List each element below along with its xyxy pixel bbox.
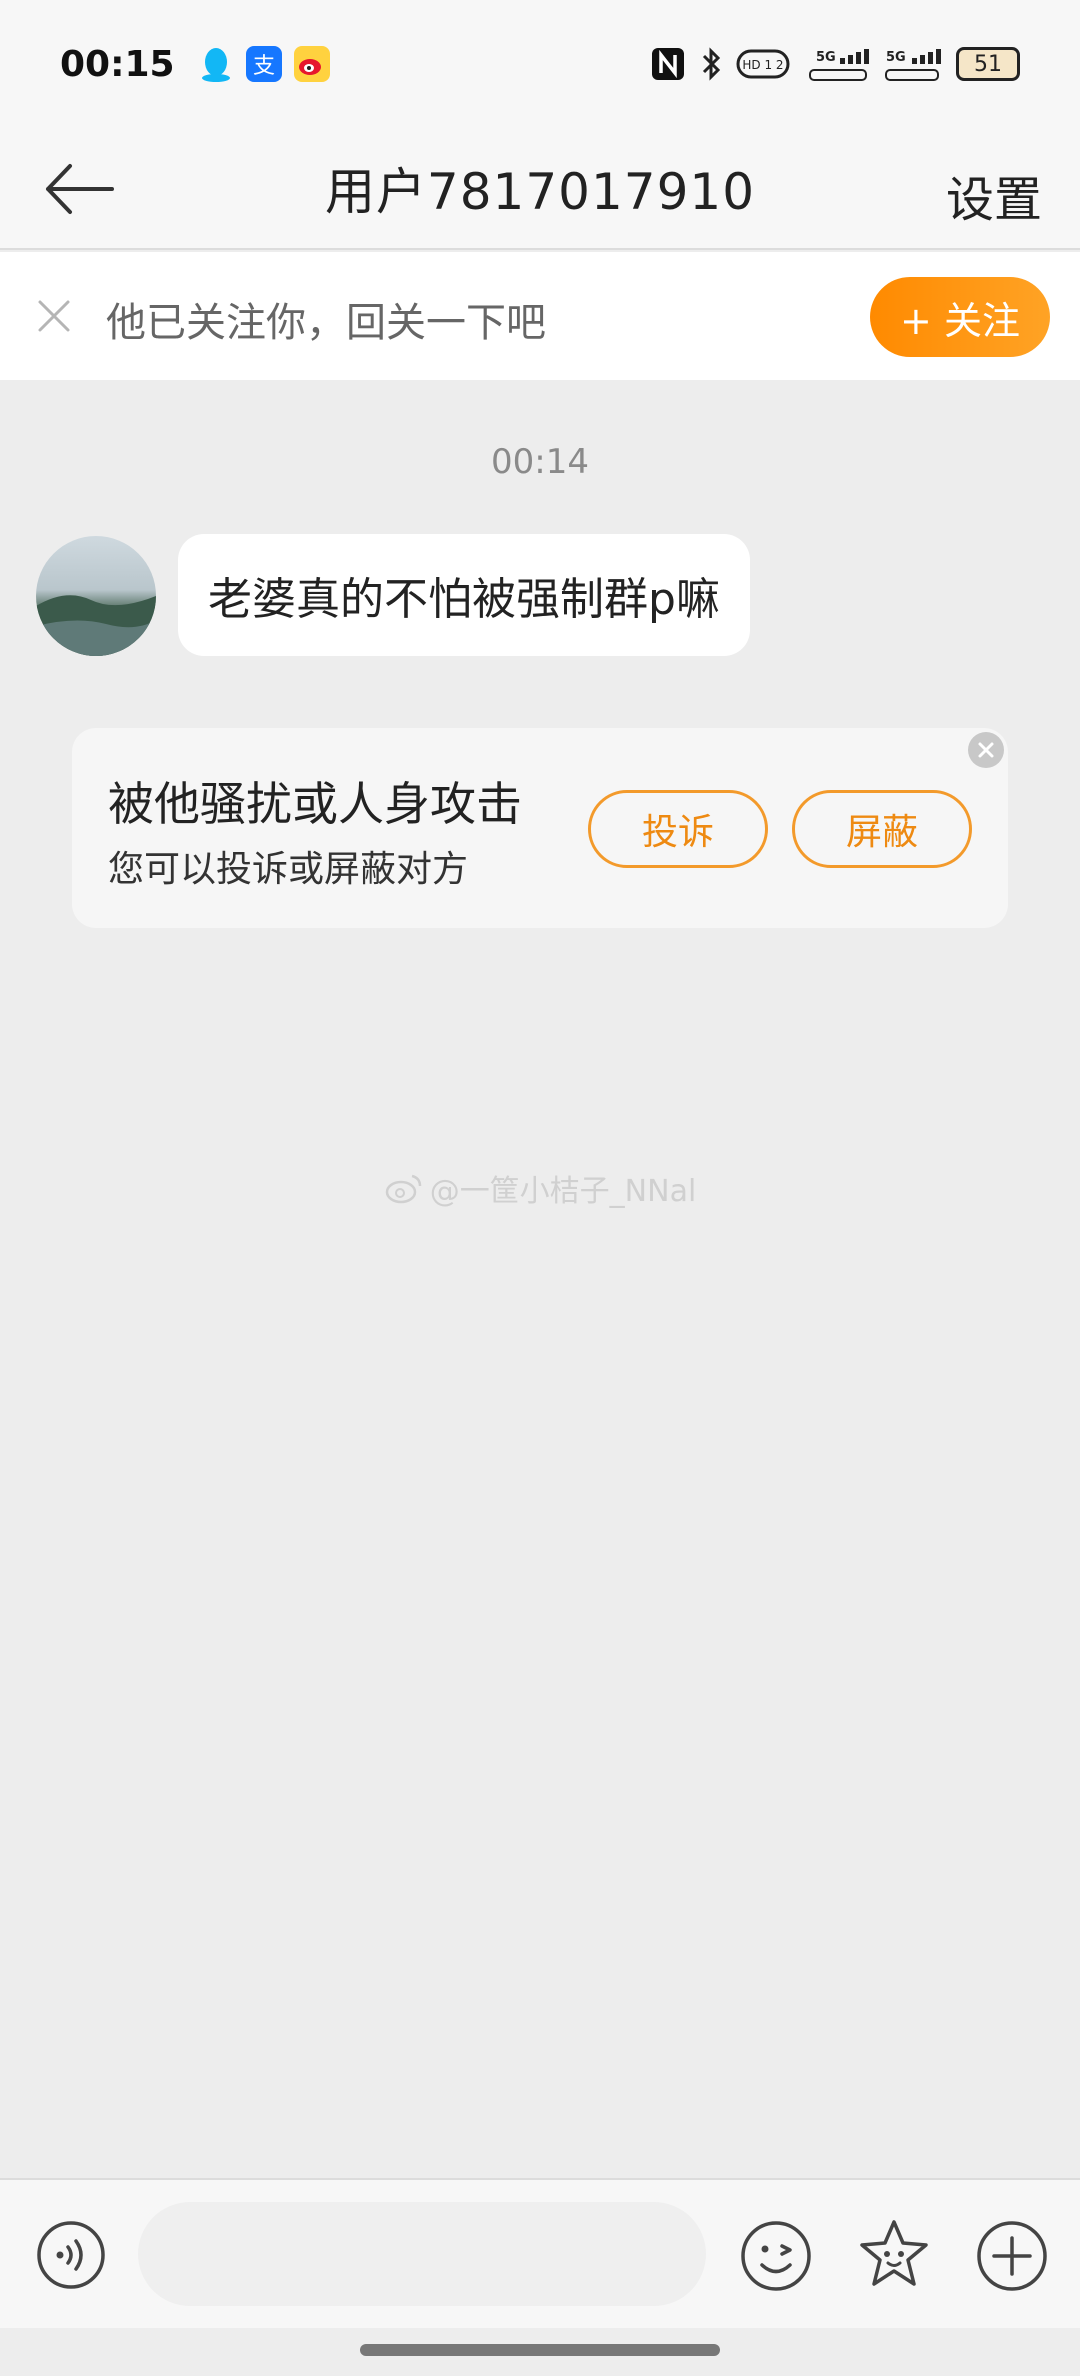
block-button[interactable]: 屏蔽 <box>792 790 972 868</box>
alipay-glyph: 支 <box>252 54 275 79</box>
close-icon <box>978 742 994 758</box>
more-options-button[interactable] <box>976 2220 1048 2292</box>
follow-button[interactable]: + 关注 <box>870 277 1050 357</box>
close-icon <box>38 300 70 332</box>
alipay-icon: 支 <box>246 46 282 82</box>
status-system-icons: HD 1 2 5G 5G 51 <box>650 46 1020 82</box>
emoji-button[interactable] <box>740 2220 812 2292</box>
weibo-icon <box>294 46 330 82</box>
message-input[interactable] <box>138 2202 706 2306</box>
status-bar: 00:15 支 HD 1 2 5G 5G 51 <box>0 0 1080 128</box>
voice-icon <box>37 2221 105 2289</box>
voice-button[interactable] <box>36 2220 106 2290</box>
close-banner-button[interactable] <box>30 292 78 340</box>
avatar-image <box>36 595 156 656</box>
screen: 00:15 支 HD 1 2 5G 5G 51 用户7817017910 设置 … <box>0 0 1080 2376</box>
follow-back-text: 他已关注你，回关一下吧 <box>106 300 546 346</box>
battery-level: 51 <box>974 51 1002 77</box>
hd-label: HD 1 2 <box>742 58 783 72</box>
signal-5g-icon: 5G <box>804 46 870 82</box>
status-time: 00:15 <box>60 43 175 85</box>
input-bar <box>0 2178 1080 2328</box>
watermark: @一筐小桔子_NNal <box>0 1166 1080 1210</box>
message-timestamp: 00:14 <box>491 442 589 482</box>
report-subtitle: 您可以投诉或屏蔽对方 <box>108 849 469 890</box>
net-type-label: 5G <box>816 50 836 65</box>
close-report-card-button[interactable] <box>968 732 1004 768</box>
home-indicator[interactable] <box>360 2344 720 2356</box>
net-type-label: 5G <box>886 50 906 65</box>
favorite-stickers-button[interactable] <box>856 2216 932 2292</box>
report-title: 被他骚扰或人身攻击 <box>108 777 522 831</box>
signal-5g-icon: 5G <box>884 46 942 82</box>
nfc-icon <box>650 46 686 82</box>
plus-icon <box>977 2221 1047 2291</box>
hd-icon: HD 1 2 <box>736 46 790 82</box>
follow-back-banner: 他已关注你，回关一下吧 + 关注 <box>0 252 1080 380</box>
chat-header: 用户7817017910 设置 <box>0 128 1080 250</box>
emoji-icon <box>741 2221 811 2291</box>
star-icon <box>860 2220 928 2286</box>
avatar[interactable] <box>36 536 156 656</box>
status-app-icons: 支 <box>198 46 330 82</box>
message-bubble[interactable]: 老婆真的不怕被强制群p嘛 <box>178 534 750 656</box>
arrow-left-icon <box>46 164 114 214</box>
complain-button[interactable]: 投诉 <box>588 790 768 868</box>
back-button[interactable] <box>40 154 120 224</box>
report-card: 被他骚扰或人身攻击 您可以投诉或屏蔽对方 投诉 屏蔽 <box>72 728 1008 928</box>
qq-icon <box>198 46 234 82</box>
bluetooth-icon <box>700 46 722 82</box>
settings-button[interactable]: 设置 <box>946 160 1042 230</box>
watermark-text: @一筐小桔子_NNal <box>429 1174 697 1209</box>
weibo-logo-icon <box>385 1174 421 1204</box>
battery-icon: 51 <box>956 47 1020 81</box>
page-title: 用户7817017910 <box>324 163 756 221</box>
